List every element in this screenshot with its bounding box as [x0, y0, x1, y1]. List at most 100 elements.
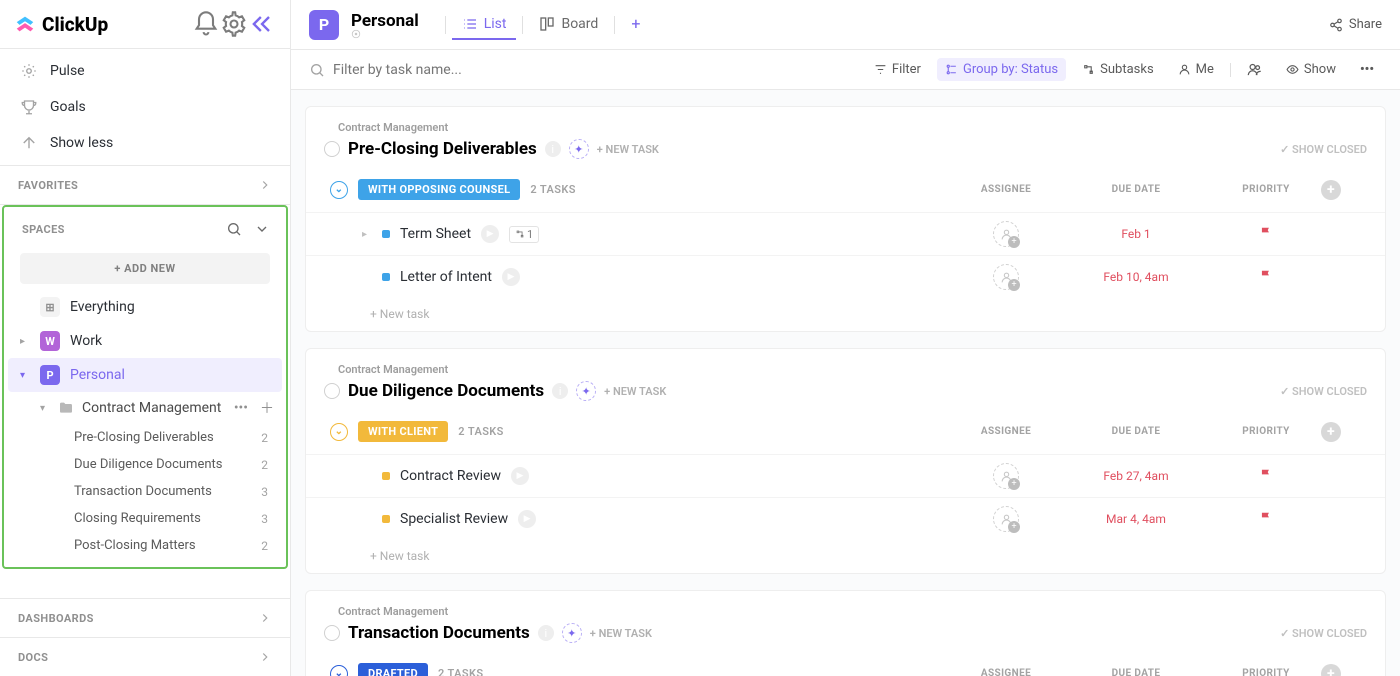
- new-task-button[interactable]: + NEW TASK: [604, 385, 666, 398]
- group-checkbox[interactable]: [324, 141, 340, 157]
- add-column-button[interactable]: +: [1321, 664, 1341, 676]
- group-checkbox[interactable]: [324, 625, 340, 641]
- logo[interactable]: ClickUp: [14, 13, 192, 36]
- folder-more-icon[interactable]: •••: [232, 400, 250, 416]
- status-dot: [382, 230, 390, 238]
- list-item[interactable]: Pre-Closing Deliverables2: [4, 424, 286, 451]
- play-icon[interactable]: ▶: [518, 510, 536, 528]
- filter-input[interactable]: [333, 62, 633, 78]
- collapse-status-icon[interactable]: ⌄: [330, 181, 348, 199]
- play-icon[interactable]: ▶: [502, 268, 520, 286]
- priority-flag-icon[interactable]: [1211, 225, 1321, 244]
- col-due: DUE DATE: [1061, 184, 1211, 195]
- settings-dot-icon[interactable]: [351, 29, 361, 39]
- list-item[interactable]: Transaction Documents3: [4, 478, 286, 505]
- group-checkbox[interactable]: [324, 383, 340, 399]
- status-pill[interactable]: DRAFTED: [358, 663, 428, 676]
- sprint-badge-icon[interactable]: ✦: [562, 623, 582, 643]
- filter-search[interactable]: [309, 62, 858, 78]
- show-button[interactable]: Show: [1278, 58, 1344, 81]
- group-by-button[interactable]: Group by: Status: [937, 58, 1066, 81]
- chevron-down-icon[interactable]: [254, 221, 270, 237]
- col-assignee: ASSIGNEE: [951, 184, 1061, 195]
- filter-button[interactable]: Filter: [866, 58, 929, 81]
- add-column-button[interactable]: +: [1321, 422, 1341, 442]
- priority-flag-icon[interactable]: [1211, 510, 1321, 529]
- brand-text: ClickUp: [42, 13, 108, 36]
- list-item[interactable]: Closing Requirements3: [4, 505, 286, 532]
- priority-flag-icon[interactable]: [1211, 268, 1321, 287]
- group-title[interactable]: Pre-Closing Deliverables: [348, 139, 537, 159]
- space-everything[interactable]: ⊞ Everything: [4, 290, 286, 324]
- search-icon: [309, 62, 325, 78]
- share-button[interactable]: Share: [1329, 17, 1382, 32]
- assignees-button[interactable]: [1239, 58, 1270, 81]
- add-new-space-button[interactable]: + ADD NEW: [20, 253, 270, 284]
- space-work[interactable]: ▸ W Work: [4, 324, 286, 358]
- folder-contract-management[interactable]: ▾ Contract Management ••• ＋: [4, 392, 286, 424]
- favorites-header[interactable]: FAVORITES: [0, 166, 290, 204]
- group-title[interactable]: Transaction Documents: [348, 623, 530, 643]
- collapse-status-icon[interactable]: ⌄: [330, 665, 348, 676]
- subtasks-button[interactable]: Subtasks: [1074, 58, 1162, 81]
- new-task-row[interactable]: + New task: [306, 540, 1385, 567]
- collapse-sidebar-icon[interactable]: [248, 10, 276, 38]
- dashboards-header[interactable]: DASHBOARDS: [0, 598, 290, 637]
- due-date[interactable]: Mar 4, 4am: [1061, 512, 1211, 526]
- subtask-icon: [1082, 63, 1095, 76]
- status-dot: [382, 273, 390, 281]
- notification-icon[interactable]: [192, 10, 220, 38]
- space-personal[interactable]: ▾ P Personal: [8, 358, 282, 392]
- gear-icon[interactable]: [220, 10, 248, 38]
- task-row[interactable]: Contract Review ▶ Feb 27, 4am: [306, 454, 1385, 497]
- folder-add-icon[interactable]: ＋: [258, 398, 276, 418]
- me-button[interactable]: Me: [1170, 58, 1222, 81]
- content-area: Contract Management Pre-Closing Delivera…: [291, 90, 1400, 676]
- more-button[interactable]: •••: [1352, 58, 1382, 81]
- show-closed-button[interactable]: ✓ SHOW CLOSED: [1280, 385, 1367, 398]
- sprint-badge-icon[interactable]: ✦: [576, 381, 596, 401]
- group-header: Pre-Closing Deliverables i ✦ + NEW TASK …: [306, 134, 1385, 171]
- play-icon[interactable]: ▶: [511, 467, 529, 485]
- group-title[interactable]: Due Diligence Documents: [348, 381, 544, 401]
- assignee-add[interactable]: [993, 264, 1019, 290]
- due-date[interactable]: Feb 27, 4am: [1061, 469, 1211, 483]
- collapse-status-icon[interactable]: ⌄: [330, 423, 348, 441]
- assignee-add[interactable]: [993, 221, 1019, 247]
- info-icon[interactable]: i: [538, 625, 554, 641]
- view-board[interactable]: Board: [529, 10, 608, 40]
- task-row[interactable]: Specialist Review ▶ Mar 4, 4am: [306, 497, 1385, 540]
- task-row[interactable]: Letter of Intent ▶ Feb 10, 4am: [306, 255, 1385, 298]
- status-pill[interactable]: WITH CLIENT: [358, 421, 448, 442]
- view-list[interactable]: List: [452, 10, 517, 40]
- info-icon[interactable]: i: [552, 383, 568, 399]
- clickup-logo-icon: [14, 13, 36, 35]
- status-pill[interactable]: WITH OPPOSING COUNSEL: [358, 179, 520, 200]
- assignee-add[interactable]: [993, 463, 1019, 489]
- info-icon[interactable]: i: [545, 141, 561, 157]
- search-icon[interactable]: [226, 221, 242, 237]
- nav-goals[interactable]: Goals: [0, 89, 290, 125]
- task-row[interactable]: ▸ Term Sheet ▶ 1 Feb 1: [306, 212, 1385, 255]
- priority-flag-icon[interactable]: [1211, 467, 1321, 486]
- docs-header[interactable]: DOCS: [0, 637, 290, 676]
- assignee-add[interactable]: [993, 506, 1019, 532]
- add-view-button[interactable]: +: [621, 8, 650, 41]
- due-date[interactable]: Feb 10, 4am: [1061, 270, 1211, 284]
- show-closed-button[interactable]: ✓ SHOW CLOSED: [1280, 627, 1367, 640]
- list-item[interactable]: Post-Closing Matters2: [4, 532, 286, 559]
- subtask-count[interactable]: 1: [509, 226, 539, 243]
- add-column-button[interactable]: +: [1321, 180, 1341, 200]
- expand-icon[interactable]: ▸: [362, 229, 372, 240]
- play-icon[interactable]: ▶: [481, 225, 499, 243]
- nav-show-less[interactable]: Show less: [0, 125, 290, 161]
- new-task-row[interactable]: + New task: [306, 298, 1385, 325]
- sprint-badge-icon[interactable]: ✦: [569, 139, 589, 159]
- filter-icon: [874, 63, 887, 76]
- new-task-button[interactable]: + NEW TASK: [590, 627, 652, 640]
- list-item[interactable]: Due Diligence Documents2: [4, 451, 286, 478]
- show-closed-button[interactable]: ✓ SHOW CLOSED: [1280, 143, 1367, 156]
- nav-pulse[interactable]: Pulse: [0, 53, 290, 89]
- new-task-button[interactable]: + NEW TASK: [597, 143, 659, 156]
- due-date[interactable]: Feb 1: [1061, 227, 1211, 241]
